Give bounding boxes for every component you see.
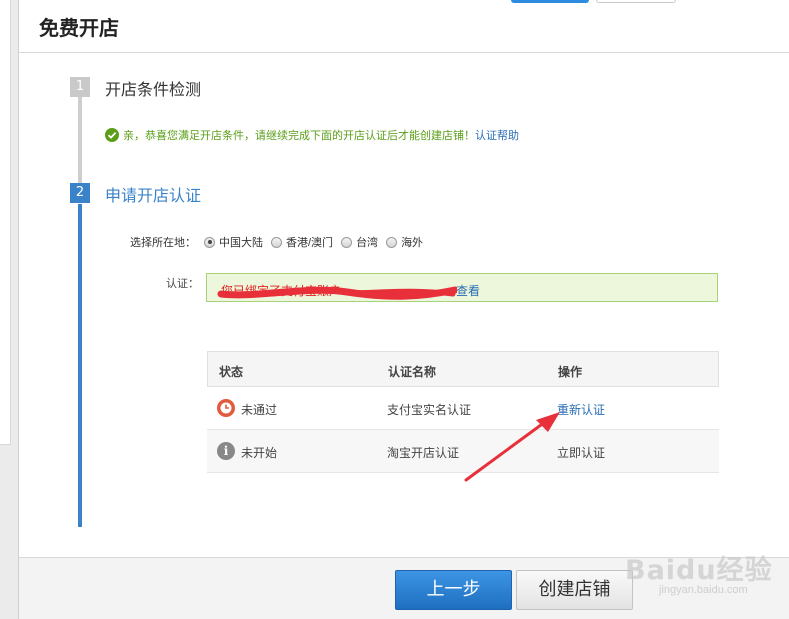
watermark-logo-text: Baidu经验 [625,555,773,586]
watermark-url: jingyan.baidu.com [659,584,748,596]
dialog-title: 免费开店 [39,16,119,40]
auth-status-table: 状态 认证名称 操作 未通过 支付宝实名认证 重新认证 i 未开始 淘宝开店认证… [207,351,719,473]
auth-name-taobao: 淘宝开店认证 [387,446,460,460]
background-panel [0,0,11,445]
condition-check-message: 亲，恭喜您满足开店条件，请继续完成下面的开店认证后才能创建店铺！ 认证帮助 [105,127,519,143]
radio-taiwan[interactable] [341,236,353,248]
auth-label: 认证： [166,278,199,290]
background-primary-button [511,0,589,3]
step-1-title: 开店条件检测 [105,80,202,99]
step-2-title: 申请开店认证 [105,186,202,205]
step-1-number: 1 [70,77,90,97]
table-row: 未通过 支付宝实名认证 重新认证 [207,387,719,430]
step-track-completed [78,96,82,186]
region-label: 选择所在地： [130,237,196,249]
previous-step-button[interactable]: 上一步 [395,570,512,610]
step-2-number: 2 [70,183,90,203]
radio-label-mainland-china[interactable]: 中国大陆 [219,234,263,250]
step-track-active [78,204,82,527]
condition-check-text: 亲，恭喜您满足开店条件，请继续完成下面的开店认证后才能创建店铺！ [123,130,475,142]
info-icon: i [217,442,235,460]
alipay-binding-notice: 您已绑定了支付宝账户 查看 [206,273,718,302]
auth-help-link[interactable]: 认证帮助 [475,127,519,143]
background-secondary-button [596,0,676,3]
check-circle-icon [105,128,119,142]
radio-overseas[interactable] [386,236,398,248]
status-not-started: 未开始 [241,446,278,460]
open-shop-dialog: 免费开店 1 开店条件检测 亲，恭喜您满足开店条件，请继续完成下面的开店认证后才… [18,0,789,619]
auth-name-alipay: 支付宝实名认证 [387,403,472,417]
radio-label-overseas[interactable]: 海外 [401,234,423,250]
status-failed: 未通过 [241,403,278,417]
region-selector: 选择所在地： 中国大陆 香港/澳门 台湾 海外 [130,234,427,250]
radio-mainland-china[interactable] [204,236,215,248]
radio-label-taiwan[interactable]: 台湾 [356,234,378,250]
redaction-scribble [217,286,457,300]
header-auth-name: 认证名称 [388,365,437,379]
table-header: 状态 认证名称 操作 [207,351,719,387]
view-alipay-link[interactable]: 查看 [456,282,480,299]
clock-icon [217,399,235,417]
table-row: i 未开始 淘宝开店认证 立即认证 [207,430,719,473]
reauth-link[interactable]: 重新认证 [557,401,605,418]
radio-hk-macau[interactable] [271,236,282,248]
header-status: 状态 [219,365,244,379]
title-divider [19,52,789,53]
auth-now-link[interactable]: 立即认证 [557,444,605,461]
baidu-watermark: Baidu经验 jingyan.baidu.com [615,546,785,602]
header-action: 操作 [558,365,583,379]
radio-label-hk-macau[interactable]: 香港/澳门 [286,234,333,250]
